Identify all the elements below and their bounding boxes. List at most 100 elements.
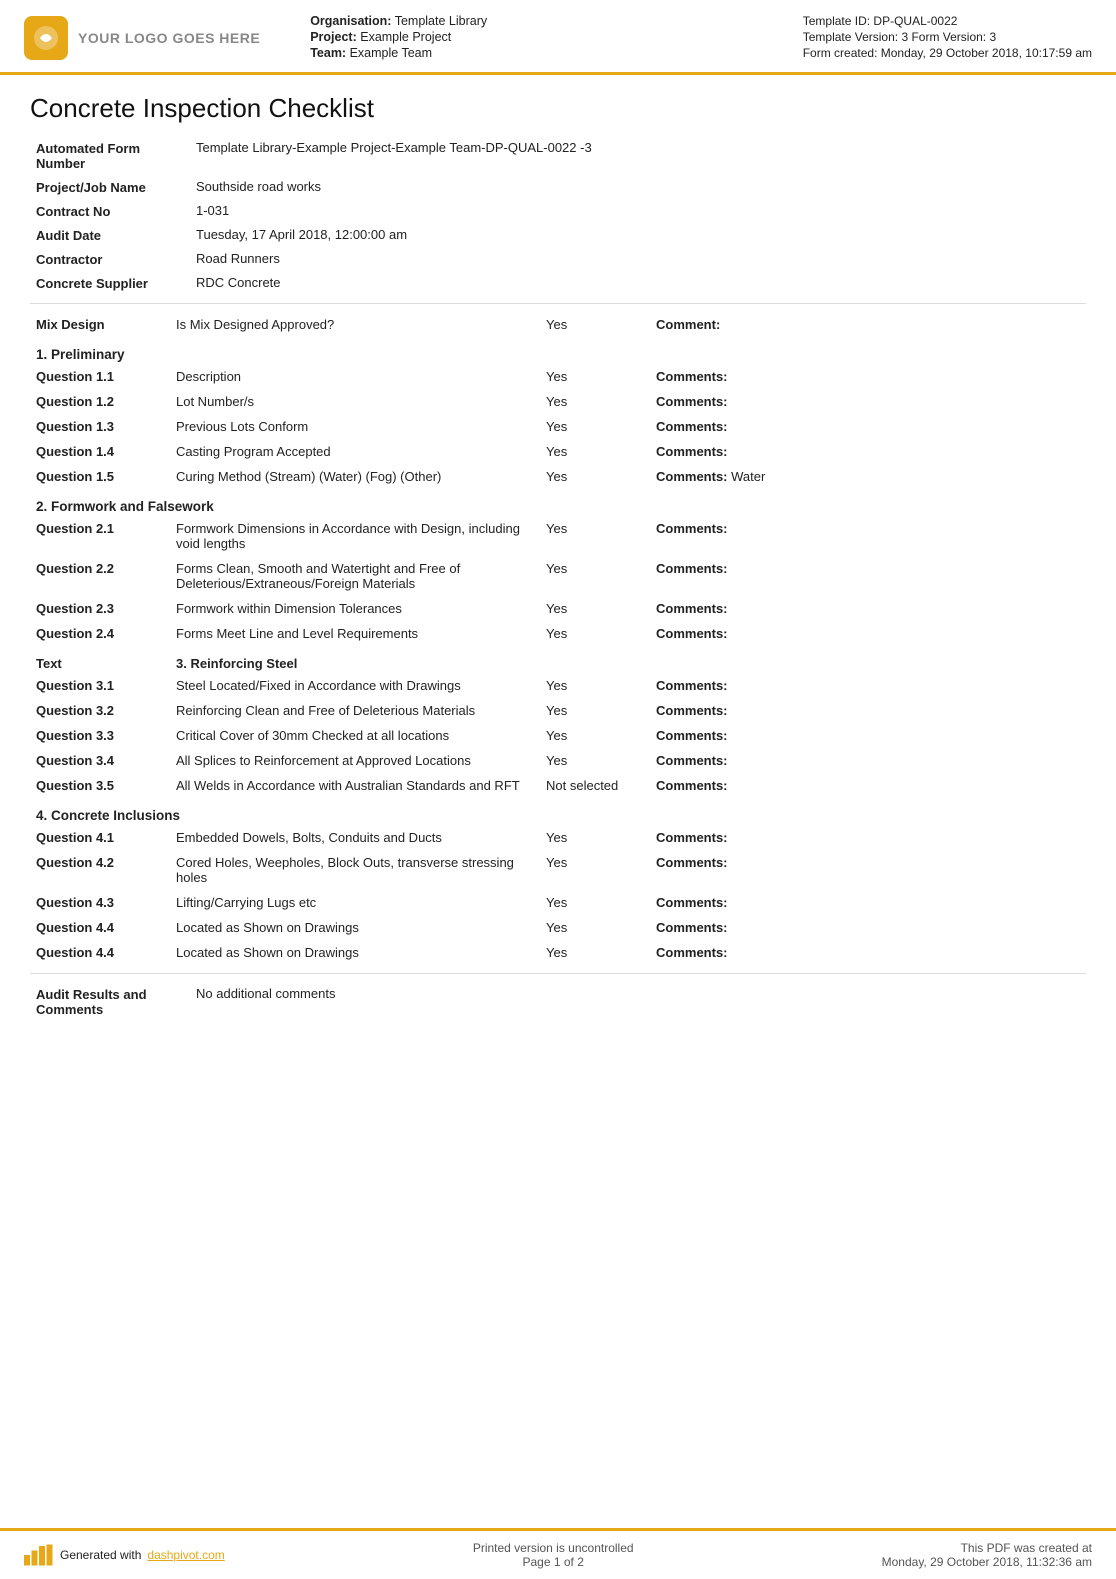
info-row: Concrete Supplier RDC Concrete [30, 271, 1086, 295]
logo-icon [24, 16, 68, 60]
question-row: Question 4.3 Lifting/Carrying Lugs etc Y… [30, 890, 1086, 915]
question-answer: Yes [540, 940, 650, 965]
question-comment: Comments: [650, 556, 1086, 596]
question-table: Text 3. Reinforcing Steel Question 3.1 S… [30, 646, 1086, 798]
audit-results-label: Audit Results and Comments [30, 982, 190, 1021]
main-content: Concrete Inspection Checklist Automated … [0, 75, 1116, 1528]
question-comment: Comments: [650, 439, 1086, 464]
field-value: RDC Concrete [190, 271, 1086, 295]
question-row: Question 3.4 All Splices to Reinforcemen… [30, 748, 1086, 773]
question-label: Question 4.2 [30, 850, 170, 890]
info-row: Audit Date Tuesday, 17 April 2018, 12:00… [30, 223, 1086, 247]
project-value: Example Project [360, 30, 451, 44]
field-label: Audit Date [30, 223, 190, 247]
footer-left: Generated with dashpivot.com [24, 1544, 225, 1566]
mix-design-label: Mix Design [30, 312, 170, 337]
question-row: Question 4.4 Located as Shown on Drawing… [30, 915, 1086, 940]
section-title: 2. Formwork and Falsework [30, 489, 1086, 516]
question-comment: Comments: [650, 825, 1086, 850]
info-row: Project/Job Name Southside road works [30, 175, 1086, 199]
question-comment: Comments: [650, 673, 1086, 698]
question-label: Question 4.3 [30, 890, 170, 915]
doc-title: Concrete Inspection Checklist [30, 93, 1086, 124]
template-version: Template Version: 3 Form Version: 3 [803, 30, 1092, 44]
page-header: YOUR LOGO GOES HERE Organisation: Templa… [0, 0, 1116, 75]
section-title-label: Text [30, 646, 170, 673]
question-label: Question 3.5 [30, 773, 170, 798]
question-answer: Yes [540, 890, 650, 915]
dashpivot-link[interactable]: dashpivot.com [147, 1548, 224, 1562]
team-line: Team: Example Team [310, 46, 783, 60]
section: 1. Preliminary Question 1.1 Description … [30, 337, 1086, 489]
question-label: Question 2.2 [30, 556, 170, 596]
question-desc: Previous Lots Conform [170, 414, 540, 439]
question-row: Question 4.1 Embedded Dowels, Bolts, Con… [30, 825, 1086, 850]
question-answer: Yes [540, 389, 650, 414]
question-desc: Located as Shown on Drawings [170, 915, 540, 940]
question-row: Question 3.3 Critical Cover of 30mm Chec… [30, 723, 1086, 748]
question-comment: Comments: [650, 723, 1086, 748]
question-label: Question 4.4 [30, 940, 170, 965]
question-row: Question 1.4 Casting Program Accepted Ye… [30, 439, 1086, 464]
section: 4. Concrete Inclusions Question 4.1 Embe… [30, 798, 1086, 965]
question-answer: Yes [540, 723, 650, 748]
question-row: Question 1.1 Description Yes Comments: [30, 364, 1086, 389]
question-comment: Comments: [650, 850, 1086, 890]
question-comment: Comments: Water [650, 464, 1086, 489]
team-label: Team: [310, 46, 346, 60]
question-desc: Critical Cover of 30mm Checked at all lo… [170, 723, 540, 748]
question-row: Question 1.2 Lot Number/s Yes Comments: [30, 389, 1086, 414]
section-title: 3. Reinforcing Steel [170, 646, 540, 673]
question-label: Question 2.1 [30, 516, 170, 556]
field-value: Tuesday, 17 April 2018, 12:00:00 am [190, 223, 1086, 247]
question-row: Question 3.5 All Welds in Accordance wit… [30, 773, 1086, 798]
project-label: Project: [310, 30, 357, 44]
question-answer: Yes [540, 825, 650, 850]
question-desc: Located as Shown on Drawings [170, 940, 540, 965]
mix-design-comment: Comment: [650, 312, 1086, 337]
question-comment: Comments: [650, 890, 1086, 915]
question-comment: Comments: [650, 516, 1086, 556]
sections-container: 1. Preliminary Question 1.1 Description … [30, 337, 1086, 965]
question-label: Question 3.3 [30, 723, 170, 748]
question-label: Question 1.3 [30, 414, 170, 439]
footer-generated-text: Generated with [60, 1548, 141, 1562]
audit-results-value: No additional comments [190, 982, 1086, 1021]
question-label: Question 1.2 [30, 389, 170, 414]
form-created: Form created: Monday, 29 October 2018, 1… [803, 46, 1092, 60]
question-answer: Yes [540, 596, 650, 621]
question-desc: Reinforcing Clean and Free of Deleteriou… [170, 698, 540, 723]
question-desc: Formwork within Dimension Tolerances [170, 596, 540, 621]
mix-design-question: Is Mix Designed Approved? [170, 312, 540, 337]
question-comment: Comments: [650, 364, 1086, 389]
question-answer: Yes [540, 915, 650, 940]
question-row: Question 4.4 Located as Shown on Drawing… [30, 940, 1086, 965]
section-title-row: Text 3. Reinforcing Steel [30, 646, 1086, 673]
question-answer: Not selected [540, 773, 650, 798]
field-value: Template Library-Example Project-Example… [190, 136, 1086, 175]
question-label: Question 1.5 [30, 464, 170, 489]
question-row: Question 2.3 Formwork within Dimension T… [30, 596, 1086, 621]
question-comment: Comments: [650, 940, 1086, 965]
header-right: Template ID: DP-QUAL-0022 Template Versi… [803, 14, 1092, 62]
footer-center: Printed version is uncontrolled Page 1 o… [473, 1541, 634, 1569]
question-answer: Yes [540, 464, 650, 489]
question-row: Question 2.1 Formwork Dimensions in Acco… [30, 516, 1086, 556]
question-desc: Casting Program Accepted [170, 439, 540, 464]
question-row: Question 3.1 Steel Located/Fixed in Acco… [30, 673, 1086, 698]
team-value: Example Team [350, 46, 432, 60]
page-footer: Generated with dashpivot.com Printed ver… [0, 1528, 1116, 1579]
question-table: 4. Concrete Inclusions Question 4.1 Embe… [30, 798, 1086, 965]
question-label: Question 4.4 [30, 915, 170, 940]
question-answer: Yes [540, 556, 650, 596]
field-value: Road Runners [190, 247, 1086, 271]
question-label: Question 3.4 [30, 748, 170, 773]
question-label: Question 3.2 [30, 698, 170, 723]
page: YOUR LOGO GOES HERE Organisation: Templa… [0, 0, 1116, 1579]
mix-design-table: Mix Design Is Mix Designed Approved? Yes… [30, 312, 1086, 337]
logo-text: YOUR LOGO GOES HERE [78, 30, 260, 46]
question-comment: Comments: [650, 596, 1086, 621]
question-answer: Yes [540, 621, 650, 646]
question-answer: Yes [540, 748, 650, 773]
question-comment: Comments: [650, 621, 1086, 646]
